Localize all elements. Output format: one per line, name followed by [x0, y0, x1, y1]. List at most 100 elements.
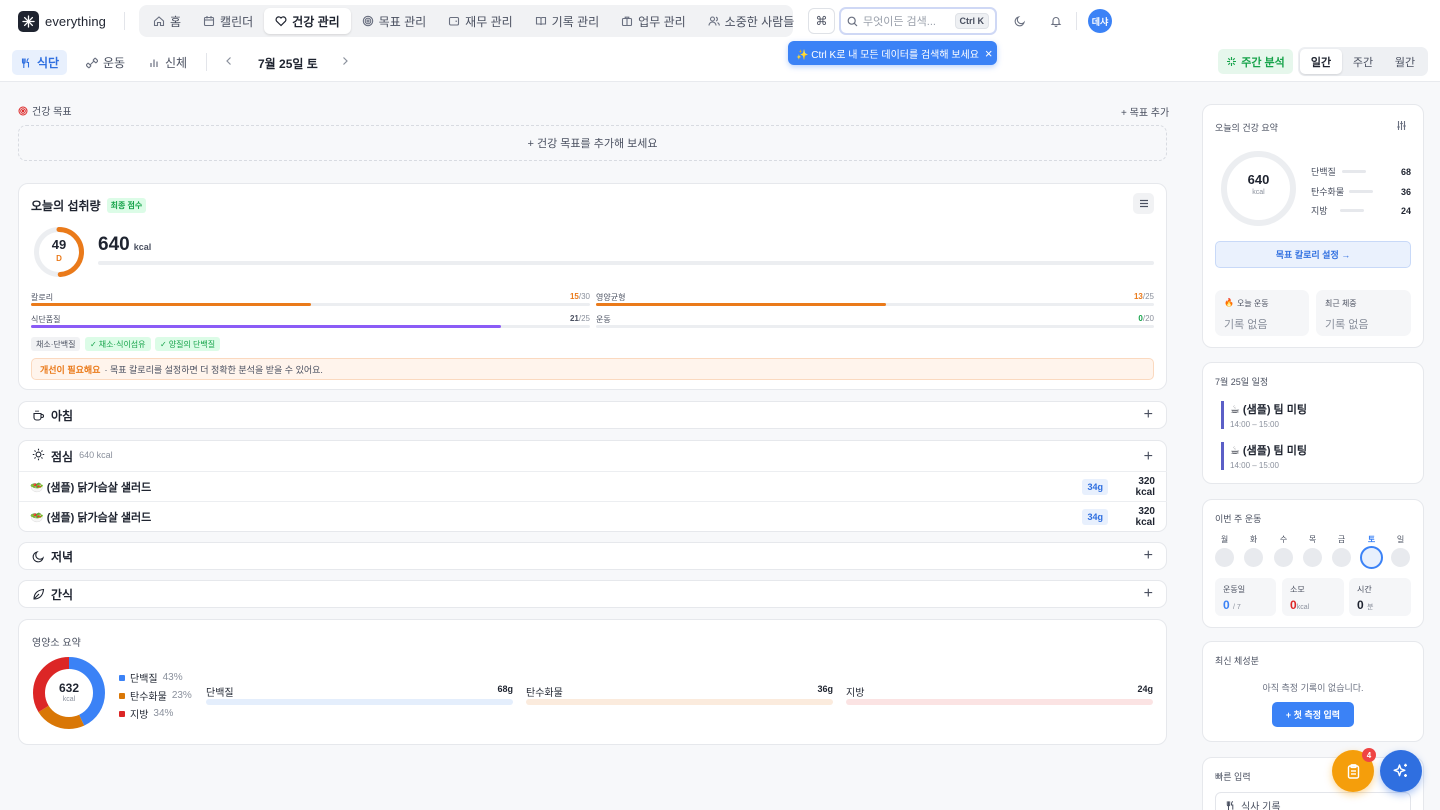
theme-toggle[interactable] — [1009, 10, 1031, 32]
search-placeholder[interactable]: 무엇이든 검색... — [863, 13, 950, 29]
dumbbell-icon — [86, 57, 98, 68]
weekday-dot[interactable] — [1215, 548, 1234, 567]
recent-weight-box[interactable]: 최근 체중 기록 없음 — [1316, 290, 1411, 336]
intake-menu-button[interactable] — [1133, 193, 1154, 214]
weekly-analysis-label: 주간 분석 — [1241, 56, 1285, 69]
quick-input-title: 빠른 입력 — [1215, 772, 1251, 782]
legend-pct: 23% — [171, 690, 192, 701]
divider — [206, 53, 207, 71]
health-goals-title: 건강 목표 — [32, 107, 72, 118]
fork-knife-icon — [1226, 800, 1234, 810]
add-snack-button[interactable]: + — [1144, 585, 1153, 603]
food-row[interactable]: 🥗 (샘플) 닭가슴살 샐러드 34g 320 kcal — [18, 501, 1167, 532]
nav-tab-calendar[interactable]: 캘린더 — [192, 8, 264, 34]
nav-tab-goals[interactable]: 목표 관리 — [351, 8, 438, 34]
subtab-body[interactable]: 신체 — [140, 50, 195, 75]
nav-tab-home[interactable]: 홈 — [142, 8, 192, 34]
add-goal-link[interactable]: + 목표 추가 — [1121, 104, 1169, 119]
summary-macro-row: 탄수화물 36 — [1311, 185, 1411, 198]
stat-number: 0 — [1223, 598, 1230, 612]
subtab-exercise[interactable]: 운동 — [78, 50, 133, 75]
ai-assistant-fab[interactable] — [1380, 750, 1422, 792]
nav-tab-health[interactable]: 건강 관리 — [264, 8, 351, 34]
stat-value: 0 / 7 — [1223, 598, 1268, 612]
prev-date-button[interactable] — [224, 55, 234, 67]
weekday-dot[interactable] — [1391, 548, 1410, 567]
search-tip-tooltip: ✨ Ctrl K로 내 모든 데이터를 검색해 보세요 × — [788, 41, 997, 65]
first-measurement-button[interactable]: + 첫 측정 입력 — [1272, 702, 1354, 727]
avatar[interactable]: 데샤 — [1088, 9, 1112, 33]
meal-name: 점심 — [51, 450, 74, 464]
add-dinner-button[interactable]: + — [1144, 547, 1153, 565]
intake-header: 오늘의 섭취량 최종 점수 — [31, 197, 147, 214]
kcal-progress-bar — [98, 261, 1154, 265]
meal-breakfast[interactable]: 아침 + — [18, 401, 1167, 429]
set-calorie-goal-button[interactable]: 목표 칼로리 설정 → — [1215, 241, 1411, 268]
people-icon — [708, 16, 720, 26]
weekly-analysis-button[interactable]: 주간 분석 — [1218, 49, 1293, 74]
schedule-event[interactable]: ☕ (샘플) 팀 미팅 14:00 – 15:00 — [1221, 401, 1401, 429]
add-breakfast-button[interactable]: + — [1144, 406, 1153, 424]
meal-snack[interactable]: 간식 + — [18, 580, 1167, 608]
weekday-dot[interactable] — [1303, 548, 1322, 567]
summary-macro-row: 단백질 68 — [1311, 165, 1411, 178]
legend-label: 단백질 — [130, 674, 158, 685]
weekday-dot[interactable] — [1244, 548, 1263, 567]
weekday-label: 수 — [1279, 535, 1288, 544]
food-kcal: 320 kcal — [1135, 476, 1155, 498]
weekday-dot[interactable] — [1274, 548, 1293, 567]
nav-tab-people[interactable]: 소중한 사람들 — [697, 8, 806, 34]
quick-meal-record-button[interactable]: 식사 기록 — [1215, 792, 1411, 810]
home-icon — [153, 16, 165, 27]
stat-label: 시간 — [1357, 585, 1372, 594]
intake-kcal-unit: kcal — [133, 242, 152, 252]
score-value: 49 — [51, 237, 67, 252]
fork-knife-icon — [21, 57, 30, 68]
meal-kcal: 640 kcal — [79, 450, 113, 460]
sliders-icon — [1397, 121, 1406, 130]
food-row[interactable]: 🥗 (샘플) 닭가슴살 샐러드 34g 320 kcal — [18, 471, 1167, 502]
recent-weight-value: 기록 없음 — [1325, 319, 1369, 331]
subtab-diet[interactable]: 식단 — [12, 50, 68, 75]
close-icon[interactable]: × — [985, 46, 993, 61]
nav-tab-work[interactable]: 업무 관리 — [610, 8, 697, 34]
add-health-goal-button[interactable]: + 건강 목표를 추가해 보세요 — [18, 125, 1167, 161]
metric-bar-fill — [31, 325, 501, 328]
event-time: 14:00 – 15:00 — [1230, 461, 1279, 470]
next-date-button[interactable] — [340, 55, 350, 67]
weekday-dot[interactable] — [1332, 548, 1351, 567]
nav-tab-label: 소중한 사람들 — [724, 14, 795, 29]
notifications-button[interactable] — [1045, 10, 1067, 32]
tooltip-text: ✨ Ctrl K로 내 모든 데이터를 검색해 보세요 — [796, 49, 979, 61]
event-time: 14:00 – 15:00 — [1230, 420, 1279, 429]
period-monthly[interactable]: 월간 — [1384, 49, 1426, 74]
target-icon — [362, 15, 373, 27]
score-ring — [34, 227, 84, 277]
schedule-title: 7월 25일 일정 — [1215, 377, 1269, 387]
search-box[interactable]: 무엇이든 검색... Ctrl K — [839, 7, 997, 35]
weekday-dot[interactable] — [1360, 546, 1383, 569]
recent-weight-label: 최근 체중 — [1325, 299, 1357, 308]
period-daily[interactable]: 일간 — [1300, 49, 1342, 74]
clipboard-icon — [1347, 763, 1359, 779]
nutrient-bar-value: 24g — [1137, 684, 1153, 694]
divider — [1076, 12, 1077, 30]
today-exercise-box[interactable]: 🔥 오늘 운동 기록 없음 — [1215, 290, 1309, 336]
sparkle-icon — [1393, 763, 1407, 777]
meal-dinner[interactable]: 저녁 + — [18, 542, 1167, 570]
nav-tab-records[interactable]: 기록 관리 — [524, 8, 611, 34]
stat-value: 0 분 — [1357, 598, 1403, 612]
app-logo[interactable]: everything — [18, 10, 106, 32]
stat-number: 0 — [1290, 598, 1297, 612]
schedule-event[interactable]: ☕ (샘플) 팀 미팅 14:00 – 15:00 — [1221, 442, 1401, 470]
add-lunch-button[interactable]: + — [1144, 448, 1153, 466]
macro-name: 지방 — [1311, 206, 1328, 216]
command-button[interactable]: ⌘ — [808, 8, 835, 34]
nav-tab-finance[interactable]: 재무 관리 — [437, 8, 524, 34]
summary-settings-button[interactable] — [1396, 120, 1407, 131]
legend-label: 지방 — [130, 710, 149, 721]
metric-bar — [31, 325, 590, 328]
period-weekly[interactable]: 주간 — [1342, 49, 1384, 74]
weekday-label: 목 — [1308, 535, 1317, 544]
metric-max: /25 — [1142, 292, 1154, 301]
